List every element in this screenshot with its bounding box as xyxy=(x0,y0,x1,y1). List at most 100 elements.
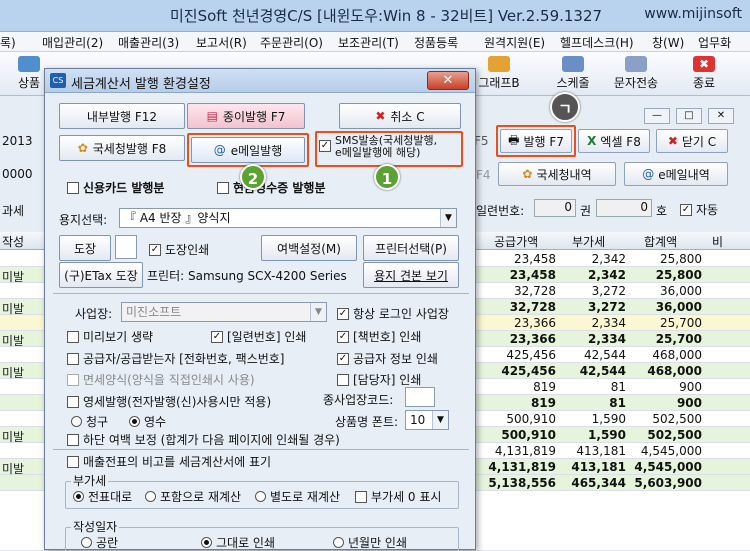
total-cell: 4,545,000 xyxy=(634,460,702,474)
tax-free-checkbox[interactable]: 면세양식(양식을 직접인쇄시 사용) xyxy=(67,371,255,388)
vat-cell: 2,342 xyxy=(588,268,626,282)
memo-print-checkbox[interactable]: 매출전표의 비고를 세금계산서에 표기 xyxy=(67,453,271,470)
seal-preview xyxy=(115,235,137,259)
exit-icon: ✖ xyxy=(693,56,715,72)
menu-item[interactable]: 매출관리(3) xyxy=(118,34,179,51)
supplier-info-checkbox[interactable]: ✓ 공급자 정보 인쇄 xyxy=(337,350,438,367)
date-year-month-radio[interactable]: 년월만 인쇄 xyxy=(333,534,407,551)
supply-cell: 500,910 xyxy=(501,428,556,442)
paper-sample-button[interactable]: 용지 견본 보기 xyxy=(363,262,459,288)
serial-field-a[interactable]: 0 xyxy=(534,199,576,217)
bottom-margin-checkbox[interactable]: 하단 여백 보정 (합계가 다음 페이지에 인쇄될 경우) xyxy=(67,431,340,448)
paper-issue-button[interactable]: ▤ 종이발행 F7 xyxy=(187,103,305,129)
serial-field-b[interactable]: 0 xyxy=(596,199,652,217)
vat-included-radio[interactable]: 포함으로 재계산 xyxy=(145,488,241,505)
skip-preview-checkbox[interactable]: 미리보기 생략 xyxy=(67,328,153,345)
toolbar-schedule-button[interactable]: 스케줄 xyxy=(550,56,596,92)
menu-item[interactable]: 헬프데스크(H) xyxy=(560,34,634,51)
total-cell: 36,000 xyxy=(660,284,702,298)
close-list-button[interactable]: ✖ 닫기 C xyxy=(656,129,728,153)
seal-print-checkbox[interactable]: ✓ 도장인쇄 xyxy=(149,241,209,258)
excel-button[interactable]: X 엑셀 F8 xyxy=(578,129,650,153)
total-cell: 25,800 xyxy=(655,268,702,282)
cancel-button[interactable]: ✖ 취소 C xyxy=(339,103,461,129)
f5-key: F5 xyxy=(474,134,489,148)
item-font-select[interactable]: 10 ▼ xyxy=(405,410,449,430)
supply-cell: 4,131,819 xyxy=(494,444,556,458)
date-blank-radio[interactable]: 공란 xyxy=(81,534,118,551)
manager-print-checkbox[interactable]: [담당자] 인쇄 xyxy=(337,371,421,388)
zero-rate-checkbox[interactable]: 영세발행(전자발행(신)사용시만 적용) xyxy=(67,393,271,410)
menu-item[interactable]: 매입관리(2) xyxy=(42,34,103,51)
sub-biz-code-input[interactable] xyxy=(405,387,435,407)
nts-issue-button[interactable]: ✿ 국세청발행 F8 xyxy=(59,135,185,161)
vat-group-label: 부가세 xyxy=(71,472,109,489)
serial-label: 일련번호: xyxy=(476,204,525,218)
internal-issue-button[interactable]: 내부발행 F12 xyxy=(59,103,185,129)
supply-cell: 23,458 xyxy=(514,252,556,266)
vat-cell: 2,334 xyxy=(591,316,626,330)
toolbar-sms-button[interactable]: 문자전송 xyxy=(604,56,668,92)
serial-print-checkbox[interactable]: ✓ [일련번호] 인쇄 xyxy=(211,328,306,345)
vat-as-slip-radio[interactable]: 전표대로 xyxy=(73,488,132,505)
kwon-label: 권 xyxy=(580,204,592,218)
receipt-radio[interactable]: 영수 xyxy=(129,413,166,430)
menu-item[interactable]: 업무화 xyxy=(698,34,731,51)
divider xyxy=(53,293,469,294)
chevron-down-icon: ▼ xyxy=(440,209,456,227)
menu-item[interactable]: 보고서(R) xyxy=(196,34,247,51)
step-badge-3: ㄱ xyxy=(550,92,580,122)
supplier-phone-checkbox[interactable]: 공급자/공급받는자 [전화번호, 팩스번호] xyxy=(67,350,285,367)
seal-button[interactable]: 도장 xyxy=(59,235,111,261)
toolbar-graph-button[interactable]: 그래프B xyxy=(474,56,524,92)
nts-list-button[interactable]: ✿ 국세청내역 xyxy=(498,162,616,186)
vat-separate-radio[interactable]: 별도로 재계산 xyxy=(255,488,340,505)
biz-select[interactable]: 미진소프트 ▼ xyxy=(121,302,327,322)
auto-checkbox[interactable]: ✓ 자동 xyxy=(680,201,718,218)
menu-item[interactable]: 록) xyxy=(0,34,16,51)
total-cell: 25,700 xyxy=(660,316,702,330)
maximize-icon[interactable]: □ xyxy=(676,108,702,124)
ho-label: 호 xyxy=(656,204,668,218)
left-label-year: 2013 xyxy=(2,134,33,148)
menu-item[interactable]: 창(W) xyxy=(652,34,684,51)
always-login-checkbox[interactable]: ✓ 항상 로그인 사업장 xyxy=(337,305,449,322)
menu-item[interactable]: 원격지원(E) xyxy=(484,34,545,51)
vat-cell: 1,590 xyxy=(591,412,626,426)
step-badge-1: 1 xyxy=(374,164,400,190)
margin-settings-button[interactable]: 여백설정(M) xyxy=(261,235,357,261)
paper-select[interactable]: 『 A4 반장 』양식지 ▼ xyxy=(119,208,457,228)
grid-col-total: 합계액 xyxy=(644,235,678,249)
total-cell: 5,603,900 xyxy=(634,476,702,490)
toolbar-product-button[interactable]: 상품 xyxy=(14,56,44,92)
vat-cell: 81 xyxy=(609,396,626,410)
flower-icon: ✿ xyxy=(522,167,533,181)
title-bar: 미진Soft 천년경영C/S [내윈도우:Win 8 - 32비트] Ver.2… xyxy=(0,0,750,32)
total-cell: 502,500 xyxy=(647,428,702,442)
vat-zero-checkbox[interactable]: 부가세 0 표시 xyxy=(355,488,441,505)
supply-cell: 23,366 xyxy=(514,316,556,330)
email-list-button[interactable]: @ e메일내역 xyxy=(624,162,728,186)
minimize-icon[interactable]: — xyxy=(644,108,670,124)
credit-card-checkbox[interactable]: 신용카드 발행분 xyxy=(67,179,164,196)
menu-item[interactable]: 보조관리(T) xyxy=(338,34,399,51)
etax-seal-button[interactable]: (구)ETax 도장 xyxy=(59,262,143,288)
close-icon[interactable]: ✕ xyxy=(708,108,734,124)
menu-item[interactable]: 정품등록 xyxy=(414,34,458,51)
dialog-close-icon[interactable]: ✕ xyxy=(427,71,469,90)
claim-radio[interactable]: 청구 xyxy=(71,413,108,430)
product-icon xyxy=(18,56,40,72)
biz-label: 사업장: xyxy=(75,307,113,321)
menu-item[interactable]: 주문관리(O) xyxy=(260,34,323,51)
window-title: 미진Soft 천년경영C/S [내윈도우:Win 8 - 32비트] Ver.2… xyxy=(170,7,603,25)
supply-cell: 500,910 xyxy=(506,412,556,426)
vat-cell: 42,544 xyxy=(584,348,626,362)
supply-cell: 5,138,556 xyxy=(488,476,556,490)
printer-select-button[interactable]: 프린터선택(P) xyxy=(363,235,459,261)
book-print-checkbox[interactable]: ✓ [책번호] 인쇄 xyxy=(337,328,421,345)
toolbar-exit-button[interactable]: ✖ 종료 xyxy=(684,56,724,92)
cash-receipt-checkbox[interactable]: 현금영수증 발행분 xyxy=(217,179,326,196)
date-as-is-radio[interactable]: 그대로 인쇄 xyxy=(201,534,275,551)
tax-invoice-settings-dialog: CS 세금계산서 발행 환경설정 ✕ 내부발행 F12 ▤ 종이발행 F7 ✖ 취소… xyxy=(44,68,476,551)
left-label-tax: 과세 xyxy=(2,204,25,218)
